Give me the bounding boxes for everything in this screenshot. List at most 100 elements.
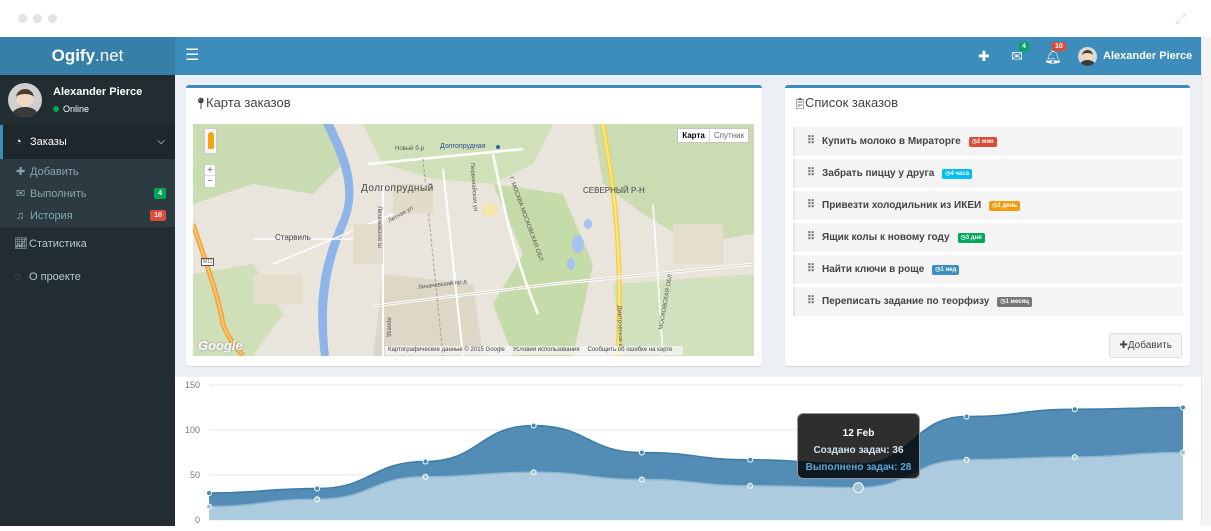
- window-close-dot[interactable]: [18, 14, 27, 23]
- drag-handle-icon[interactable]: ⠿: [807, 287, 822, 316]
- sidebar-item-orders[interactable]: ◔ Заказы ⌵: [0, 125, 175, 159]
- data-point[interactable]: [638, 476, 645, 483]
- time-badge-text: 2 мин: [976, 139, 994, 145]
- dashboard-icon: ◔: [15, 136, 22, 148]
- street-view-pegman-icon[interactable]: [204, 128, 217, 154]
- list-item[interactable]: ⠿ Ящик колы к новому году ◷3 дня: [793, 223, 1183, 252]
- user-status: Online: [53, 104, 89, 114]
- list-item-text: Привезти холодильник из ИКЕИ: [822, 200, 982, 211]
- map-attribution: Картографические данные © 2015 Google Усл…: [385, 346, 684, 355]
- data-point[interactable]: [963, 413, 970, 420]
- data-point[interactable]: [852, 482, 864, 494]
- map-type-toggle: Карта Спутник: [677, 128, 749, 143]
- data-point[interactable]: [314, 496, 321, 503]
- user-panel: Alexander Pierce Online: [0, 75, 175, 125]
- list-item[interactable]: ⠿ Найти ключи в роще ◷1 нед: [793, 255, 1183, 284]
- sidebar-item-stats[interactable]: 📈︎Статистика: [0, 228, 175, 260]
- list-item[interactable]: ⠿ Забрать пиццу у друга ◷4 часа: [793, 159, 1183, 188]
- logo[interactable]: Ogify.net: [0, 37, 175, 75]
- tooltip-done: Выполнено задач: 28: [805, 462, 912, 473]
- map-type-satellite-button[interactable]: Спутник: [710, 129, 748, 142]
- time-badge-text: 1 месяц: [1005, 299, 1029, 305]
- sidebar-item-about[interactable]: ◌ О проекте: [0, 261, 175, 293]
- map-copyright: Картографические данные © 2015 Google: [388, 347, 505, 353]
- plus-icon[interactable]: ✚: [978, 46, 990, 66]
- orders-list-title-text: Список заказов: [805, 95, 899, 110]
- zoom-out-button[interactable]: −: [205, 176, 215, 187]
- drag-handle-icon[interactable]: ⠿: [807, 127, 822, 156]
- list-item[interactable]: ⠿ Купить молоко в Мираторге ◷2 мин: [793, 127, 1183, 156]
- menu-toggle-icon[interactable]: ☰: [185, 47, 199, 65]
- map-label: Старвиль: [275, 233, 311, 242]
- area-chart[interactable]: 150 100 50 0: [175, 377, 1201, 526]
- time-badge-text: 1 день: [997, 203, 1017, 209]
- top-navbar: ☰ ✚ ✉ 4 🔔︎ 10 Alexander Pierce: [175, 37, 1201, 75]
- time-badge: ◷2 мин: [968, 137, 997, 147]
- time-badge: ◷1 день: [989, 201, 1020, 211]
- plus-icon: ✚: [16, 166, 26, 178]
- data-point[interactable]: [206, 503, 212, 510]
- fullscreen-icon[interactable]: ⤢: [1175, 11, 1189, 25]
- clipboard-icon: 📋︎: [793, 98, 807, 110]
- time-badge-text: 1 нед: [940, 267, 957, 273]
- user-menu[interactable]: Alexander Pierce: [1078, 46, 1192, 66]
- add-order-label: Добавить: [1127, 340, 1172, 351]
- sidebar-item-history[interactable]: ♫ История 10: [0, 205, 175, 227]
- drag-handle-icon[interactable]: ⠿: [807, 159, 822, 188]
- list-item-text: Переписать задание по теорфизу: [822, 296, 990, 307]
- data-point[interactable]: [1071, 454, 1078, 460]
- list-item[interactable]: ⠿ Переписать задание по теорфизу ◷1 месяц: [793, 287, 1183, 316]
- window-maximize-dot[interactable]: [48, 14, 57, 23]
- data-point[interactable]: [1180, 449, 1186, 456]
- list-item-text: Найти ключи в роще: [822, 264, 925, 275]
- map-report-link[interactable]: Сообщить об ошибке на карте: [588, 347, 673, 353]
- data-point[interactable]: [1180, 404, 1186, 411]
- data-point[interactable]: [422, 473, 429, 480]
- time-badge-text: 4 часа: [950, 171, 970, 177]
- data-point[interactable]: [530, 422, 537, 429]
- zoom-in-button[interactable]: +: [205, 165, 215, 176]
- messages-button[interactable]: ✉ 4: [1011, 42, 1029, 66]
- map-terms-link[interactable]: Условия использования: [513, 347, 580, 353]
- google-map[interactable]: + − Карта Спутник Долгопрудный Долгопрудн…: [193, 124, 754, 356]
- add-order-button[interactable]: ✚Добавить: [1109, 333, 1182, 358]
- data-point[interactable]: [747, 456, 754, 463]
- window-minimize-dot[interactable]: [33, 14, 42, 23]
- data-point[interactable]: [422, 458, 429, 465]
- notifications-button[interactable]: 🔔︎ 10: [1044, 42, 1066, 66]
- drag-handle-icon[interactable]: ⠿: [807, 255, 822, 284]
- sidebar-item-add-label: Добавить: [30, 166, 79, 178]
- github-icon: ◌: [14, 271, 21, 283]
- y-tick-label: 50: [190, 470, 200, 480]
- data-point[interactable]: [206, 490, 212, 496]
- data-point[interactable]: [963, 456, 970, 463]
- execute-count-badge: 4: [154, 188, 166, 199]
- time-badge: ◷1 месяц: [997, 297, 1032, 307]
- tooltip-created: Создано задач: 36: [813, 445, 904, 456]
- chevron-down-icon: ⌵: [157, 136, 165, 147]
- sidebar-item-add[interactable]: ✚ Добавить: [0, 161, 175, 183]
- sidebar-item-history-label: История: [30, 210, 73, 222]
- sidebar-item-execute[interactable]: ✉ Выполнить 4: [0, 183, 175, 205]
- data-point[interactable]: [314, 485, 321, 492]
- list-item-text: Забрать пиццу у друга: [822, 168, 935, 179]
- map-label: Лихачевское ш: [375, 206, 382, 248]
- time-badge-text: 3 дня: [965, 235, 982, 241]
- data-point[interactable]: [747, 482, 754, 489]
- list-item-text: Ящик колы к новому году: [822, 232, 950, 243]
- map-type-map-button[interactable]: Карта: [678, 129, 710, 142]
- vertical-scrollbar[interactable]: [1201, 37, 1211, 526]
- map-label: проезд: [385, 317, 392, 337]
- time-badge: ◷1 нед: [932, 265, 960, 275]
- sidebar-item-stats-label: Статистика: [29, 238, 87, 250]
- list-item[interactable]: ⠿ Привезти холодильник из ИКЕИ ◷1 день: [793, 191, 1183, 220]
- data-point[interactable]: [638, 449, 645, 456]
- drag-handle-icon[interactable]: ⠿: [807, 191, 822, 220]
- list-item-text: Купить молоко в Мираторге: [822, 136, 961, 147]
- data-point[interactable]: [1071, 406, 1078, 413]
- notifications-badge: 10: [1052, 42, 1066, 51]
- drag-handle-icon[interactable]: ⠿: [807, 223, 822, 252]
- data-point[interactable]: [530, 469, 537, 476]
- map-label: Новый б-р: [395, 146, 424, 152]
- orders-list-title: 📋︎Список заказов: [793, 95, 898, 110]
